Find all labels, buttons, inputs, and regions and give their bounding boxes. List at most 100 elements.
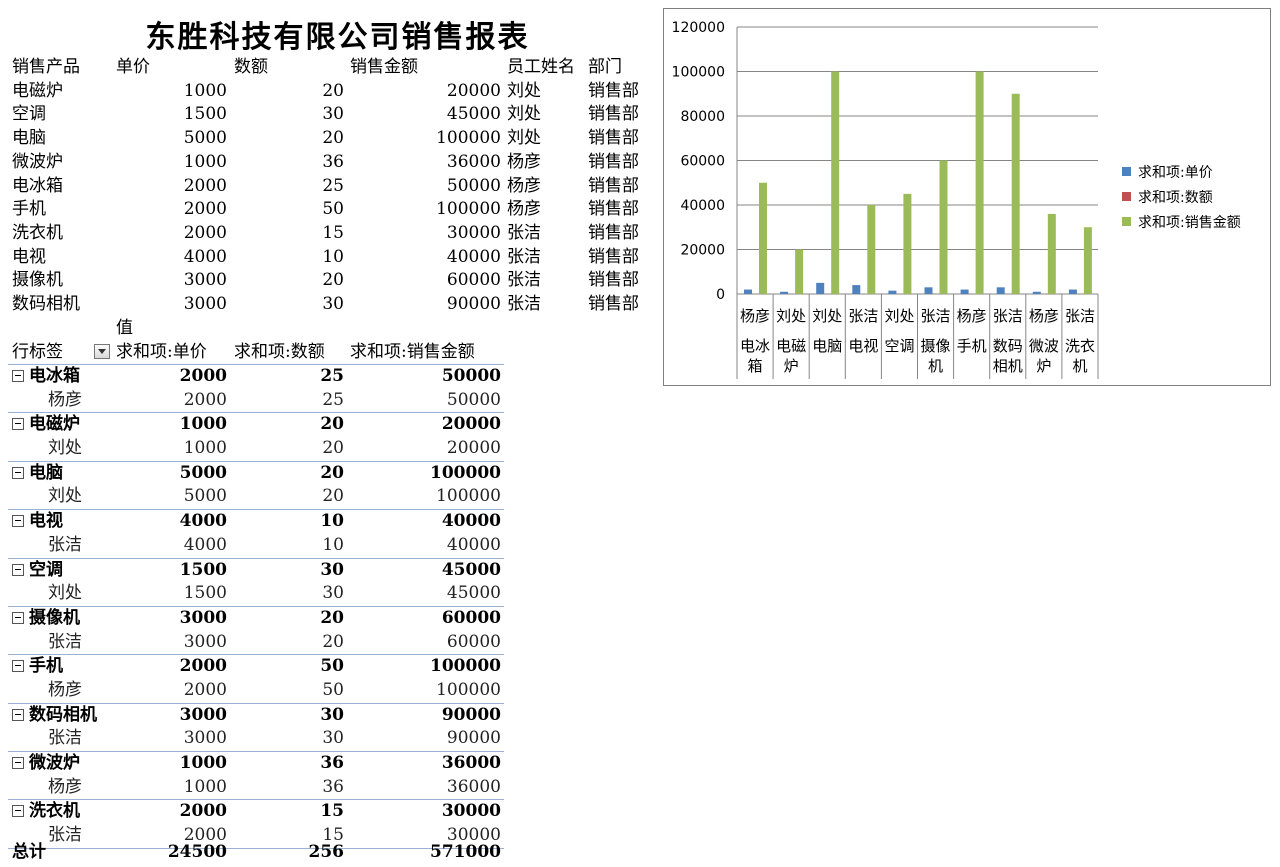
- category-employee-label: 张洁: [921, 307, 951, 325]
- bar: [924, 287, 933, 294]
- source-row: 洗衣机 2000 15 30000 张洁 销售部: [0, 221, 660, 245]
- category-product-label: 摄像: [921, 337, 951, 355]
- legend-swatch: [1122, 217, 1131, 226]
- bar: [867, 205, 876, 294]
- pivot-group-label[interactable]: 摄像机: [12, 607, 80, 631]
- pivot-group-label[interactable]: 电冰箱: [12, 365, 80, 389]
- row-labels-filter-button[interactable]: [94, 344, 110, 359]
- source-cell-department: 销售部: [588, 270, 639, 291]
- collapse-icon[interactable]: [12, 757, 24, 769]
- category-product-label: 箱: [748, 357, 763, 375]
- category-employee-label: 刘处: [812, 307, 842, 325]
- category-product-label: 洗衣: [1065, 337, 1095, 355]
- collapse-icon[interactable]: [12, 563, 24, 576]
- pivot-child-qty: 36: [322, 776, 344, 797]
- source-row: 电磁炉 1000 20 20000 刘处 销售部: [0, 79, 660, 103]
- source-cell-amount: 100000: [436, 199, 501, 220]
- pivot-child-amount: 45000: [446, 583, 501, 604]
- source-cell-department: 销售部: [588, 151, 639, 172]
- source-cell-amount: 100000: [436, 128, 501, 149]
- pivot-chart[interactable]: 0 20000 40000 60000 80000 100000 120000 杨彦 电冰箱 刘处…: [663, 8, 1271, 386]
- pivot-group-price: 1000: [179, 414, 227, 435]
- pivot-group-label[interactable]: 电脑: [12, 462, 63, 486]
- pivot-child-qty: 20: [322, 486, 344, 507]
- pivot-child-row: 张洁 4000 10 40000: [8, 534, 504, 559]
- category-product-label: 电脑: [812, 337, 842, 355]
- chart-svg: 0 20000 40000 60000 80000 100000 120000 杨彦电冰箱 刘处…: [672, 20, 1241, 379]
- y-tick-label: 120000: [672, 20, 725, 36]
- source-cell-employee: 杨彦: [507, 151, 541, 172]
- pivot-total-row: 总计 24500 256 571000: [8, 840, 504, 864]
- collapse-icon[interactable]: [12, 466, 24, 479]
- source-header-product: 销售产品: [12, 57, 80, 77]
- pivot-group-label[interactable]: 手机: [12, 655, 63, 679]
- source-cell-qty: 30: [322, 294, 344, 314]
- pivot-child-qty: 25: [322, 389, 344, 410]
- pivot-child-price: 2000: [183, 679, 227, 700]
- pivot-group-amount: 60000: [441, 607, 501, 628]
- collapse-icon[interactable]: [12, 708, 24, 721]
- pivot-group-label[interactable]: 空调: [12, 559, 63, 583]
- pivot-group-amount: 30000: [441, 801, 501, 822]
- pivot-group-row: 电冰箱 2000 25 50000: [8, 365, 504, 389]
- source-header-department: 部门: [588, 57, 622, 77]
- pivot-child-row: 杨彦 2000 50 100000: [8, 679, 504, 704]
- source-cell-amount: 40000: [446, 246, 501, 267]
- source-cell-qty: 20: [322, 270, 344, 291]
- source-cell-employee: 张洁: [507, 270, 541, 291]
- pivot-child-amount: 100000: [436, 679, 501, 700]
- report-title: 东胜科技有限公司销售报表: [145, 20, 530, 55]
- category-employee-label: 张洁: [1065, 307, 1095, 325]
- pivot-child-qty: 20: [322, 438, 344, 459]
- pivot-child-price: 1000: [183, 776, 227, 797]
- source-cell-amount: 20000: [446, 80, 501, 101]
- pivot-group-price: 2000: [179, 656, 227, 677]
- pivot-child-row: 杨彦 1000 36 36000: [8, 776, 504, 801]
- source-cell-price: 2000: [183, 199, 227, 220]
- bar: [816, 282, 825, 294]
- pivot-group-label[interactable]: 电磁炉: [12, 413, 80, 437]
- pivot-group-price: 2000: [179, 801, 227, 822]
- pivot-group-qty: 30: [320, 704, 344, 725]
- bar: [903, 193, 912, 294]
- source-cell-product: 电磁炉: [12, 80, 63, 101]
- collapse-icon[interactable]: [12, 515, 24, 528]
- pivot-group-price: 3000: [179, 607, 227, 628]
- pivot-child-qty: 30: [322, 728, 344, 749]
- collapse-icon[interactable]: [12, 418, 24, 431]
- pivot-group-row: 微波炉 1000 36 36000: [8, 752, 504, 776]
- pivot-group-price: 4000: [179, 511, 227, 532]
- pivot-rows: 电冰箱 2000 25 50000 杨彦 2000 25 50000 电磁炉 1000 20 2000…: [8, 365, 504, 849]
- pivot-header-qty: 求和项:数额: [234, 342, 325, 362]
- source-cell-product: 电视: [12, 246, 46, 267]
- source-cell-amount: 50000: [446, 175, 501, 196]
- pivot-child-amount: 50000: [446, 389, 501, 410]
- pivot-child-label: 杨彦: [48, 679, 82, 700]
- bar: [795, 249, 804, 294]
- pivot-group-row: 电视 4000 10 40000: [8, 510, 504, 534]
- pivot-child-label: 刘处: [48, 438, 82, 459]
- source-cell-amount: 36000: [446, 151, 501, 172]
- pivot-group-label[interactable]: 微波炉: [12, 752, 80, 776]
- pivot-group-label[interactable]: 数码相机: [12, 704, 97, 728]
- collapse-icon[interactable]: [12, 805, 24, 818]
- category-product-label: 炉: [784, 357, 799, 375]
- collapse-icon[interactable]: [12, 660, 24, 673]
- source-cell-department: 销售部: [588, 294, 639, 314]
- source-cell-price: 3000: [183, 270, 227, 291]
- pivot-child-qty: 20: [322, 631, 344, 652]
- collapse-icon[interactable]: [12, 611, 24, 624]
- pivot-group-label[interactable]: 电视: [12, 510, 63, 534]
- category-product-label: 数码: [993, 337, 1023, 355]
- pivot-group-name: 电视: [29, 511, 63, 532]
- pivot-group-qty: 50: [320, 656, 344, 677]
- source-cell-department: 销售部: [588, 246, 639, 267]
- pivot-child-amount: 100000: [436, 486, 501, 507]
- pivot-header-price: 求和项:单价: [116, 342, 207, 362]
- collapse-icon[interactable]: [12, 370, 24, 382]
- pivot-child-qty: 10: [322, 534, 344, 555]
- pivot-group-qty: 30: [320, 559, 344, 580]
- pivot-total-amount: 571000: [430, 842, 501, 862]
- pivot-group-label[interactable]: 洗衣机: [12, 800, 80, 824]
- source-cell-department: 销售部: [588, 199, 639, 220]
